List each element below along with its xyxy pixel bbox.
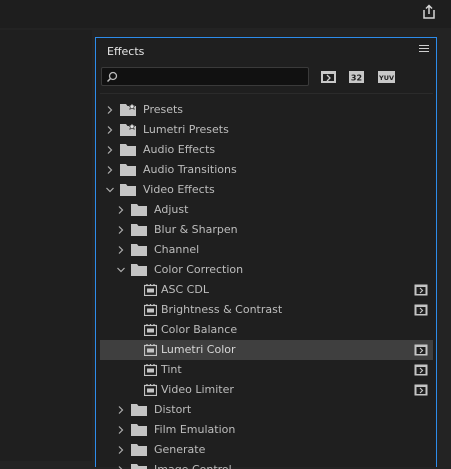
tree-effect-row[interactable]: Lumetri Color bbox=[100, 340, 433, 360]
effect-icon bbox=[144, 384, 157, 396]
tree-item-label: Channel bbox=[154, 243, 200, 256]
chevron-right-icon[interactable] bbox=[105, 145, 115, 155]
chevron-right-icon[interactable] bbox=[105, 125, 115, 135]
tree-folder-row[interactable]: Adjust bbox=[100, 200, 433, 220]
folder-icon bbox=[131, 444, 147, 456]
tree-item-label: Lumetri Presets bbox=[143, 123, 229, 136]
tree-folder-row[interactable]: Image Control bbox=[100, 460, 433, 469]
panel-menu-icon[interactable] bbox=[419, 45, 429, 55]
yuv-filter-button[interactable]: YUV bbox=[377, 70, 396, 84]
share-icon[interactable] bbox=[421, 4, 437, 20]
tree-folder-row[interactable]: Video Effects bbox=[100, 180, 433, 200]
tree-folder-row[interactable]: Generate bbox=[100, 440, 433, 460]
folder-icon bbox=[131, 264, 147, 276]
chevron-down-icon[interactable] bbox=[116, 265, 126, 275]
tree-effect-row[interactable]: Brightness & Contrast bbox=[100, 300, 433, 320]
yuv-label: YUV bbox=[378, 74, 394, 82]
chevron-right-icon[interactable] bbox=[116, 205, 126, 215]
tree-item-label: Generate bbox=[154, 443, 206, 456]
search-field[interactable] bbox=[101, 67, 309, 86]
accelerated-badge-icon bbox=[414, 384, 428, 396]
effect-icon bbox=[144, 324, 157, 336]
top-bar bbox=[0, 0, 451, 28]
folder-icon bbox=[131, 424, 147, 436]
tree-folder-row[interactable]: Film Emulation bbox=[100, 420, 433, 440]
accelerated-badge-icon bbox=[414, 284, 428, 296]
tree-item-label: Audio Effects bbox=[143, 143, 216, 156]
search-icon bbox=[106, 71, 118, 83]
tree-item-label: Audio Transitions bbox=[143, 163, 237, 176]
tree-item-label: ASC CDL bbox=[161, 283, 209, 296]
folder-icon bbox=[131, 404, 147, 416]
tree-item-label: Brightness & Contrast bbox=[161, 303, 283, 316]
tree-item-label: Distort bbox=[154, 403, 192, 416]
effect-icon bbox=[144, 364, 157, 376]
accelerated-effects-filter-button[interactable] bbox=[320, 70, 337, 84]
accelerated-badge-icon bbox=[414, 304, 428, 316]
chevron-right-icon[interactable] bbox=[116, 425, 126, 435]
tree-folder-row[interactable]: Presets bbox=[100, 100, 433, 120]
tree-item-label: Color Balance bbox=[161, 323, 238, 336]
folder-icon bbox=[120, 184, 136, 196]
tree-folder-row[interactable]: Channel bbox=[100, 240, 433, 260]
chevron-down-icon[interactable] bbox=[105, 185, 115, 195]
effect-icon bbox=[144, 304, 157, 316]
panel-title: Effects bbox=[107, 45, 145, 58]
32bit-filter-button[interactable]: 32 bbox=[348, 70, 365, 84]
folder-icon bbox=[120, 144, 136, 156]
preset-folder-icon bbox=[120, 123, 136, 136]
effects-panel: Effects 32 YUV Presets Lumetri Presets Aud… bbox=[95, 37, 437, 469]
tree-item-label: Adjust bbox=[154, 203, 189, 216]
accelerated-badge-icon bbox=[414, 364, 428, 376]
left-panel-area bbox=[0, 30, 92, 461]
tree-item-label: Image Control bbox=[154, 463, 232, 469]
folder-icon bbox=[131, 204, 147, 216]
tree-item-label: Color Correction bbox=[154, 263, 244, 276]
tree-effect-row[interactable]: Color Balance bbox=[100, 320, 433, 340]
tree-item-label: Presets bbox=[143, 103, 184, 116]
32bit-icon: 32 bbox=[349, 71, 364, 83]
32bit-label: 32 bbox=[351, 74, 362, 83]
folder-icon bbox=[131, 244, 147, 256]
yuv-icon: YUV bbox=[378, 71, 395, 83]
chevron-right-icon[interactable] bbox=[116, 405, 126, 415]
tree-folder-row[interactable]: Distort bbox=[100, 400, 433, 420]
tree-folder-row[interactable]: Blur & Sharpen bbox=[100, 220, 433, 240]
tree-effect-row[interactable]: Tint bbox=[100, 360, 433, 380]
chevron-right-icon[interactable] bbox=[116, 445, 126, 455]
tree-item-label: Video Limiter bbox=[161, 383, 234, 396]
folder-icon bbox=[131, 464, 147, 469]
chevron-right-icon[interactable] bbox=[116, 245, 126, 255]
chevron-right-icon[interactable] bbox=[116, 225, 126, 235]
tree-item-label: Film Emulation bbox=[154, 423, 236, 436]
tree-folder-row[interactable]: Color Correction bbox=[100, 260, 433, 280]
effects-tree: Presets Lumetri Presets Audio Effects Audio… bbox=[100, 93, 433, 469]
folder-icon bbox=[120, 164, 136, 176]
preset-folder-icon bbox=[120, 103, 136, 116]
tree-item-label: Lumetri Color bbox=[161, 343, 236, 356]
tree-folder-row[interactable]: Audio Effects bbox=[100, 140, 433, 160]
tree-item-label: Blur & Sharpen bbox=[154, 223, 238, 236]
tree-item-label: Video Effects bbox=[143, 183, 215, 196]
chevron-right-icon[interactable] bbox=[116, 465, 126, 469]
chevron-right-icon[interactable] bbox=[105, 105, 115, 115]
accelerated-effects-icon bbox=[321, 71, 336, 83]
tree-effect-row[interactable]: ASC CDL bbox=[100, 280, 433, 300]
accelerated-badge-icon bbox=[414, 344, 428, 356]
tree-effect-row[interactable]: Video Limiter bbox=[100, 380, 433, 400]
search-input[interactable] bbox=[121, 69, 305, 84]
chevron-right-icon[interactable] bbox=[105, 165, 115, 175]
effect-icon bbox=[144, 344, 157, 356]
effect-icon bbox=[144, 284, 157, 296]
tree-folder-row[interactable]: Audio Transitions bbox=[100, 160, 433, 180]
tree-item-label: Tint bbox=[161, 363, 182, 376]
tree-folder-row[interactable]: Lumetri Presets bbox=[100, 120, 433, 140]
folder-icon bbox=[131, 224, 147, 236]
